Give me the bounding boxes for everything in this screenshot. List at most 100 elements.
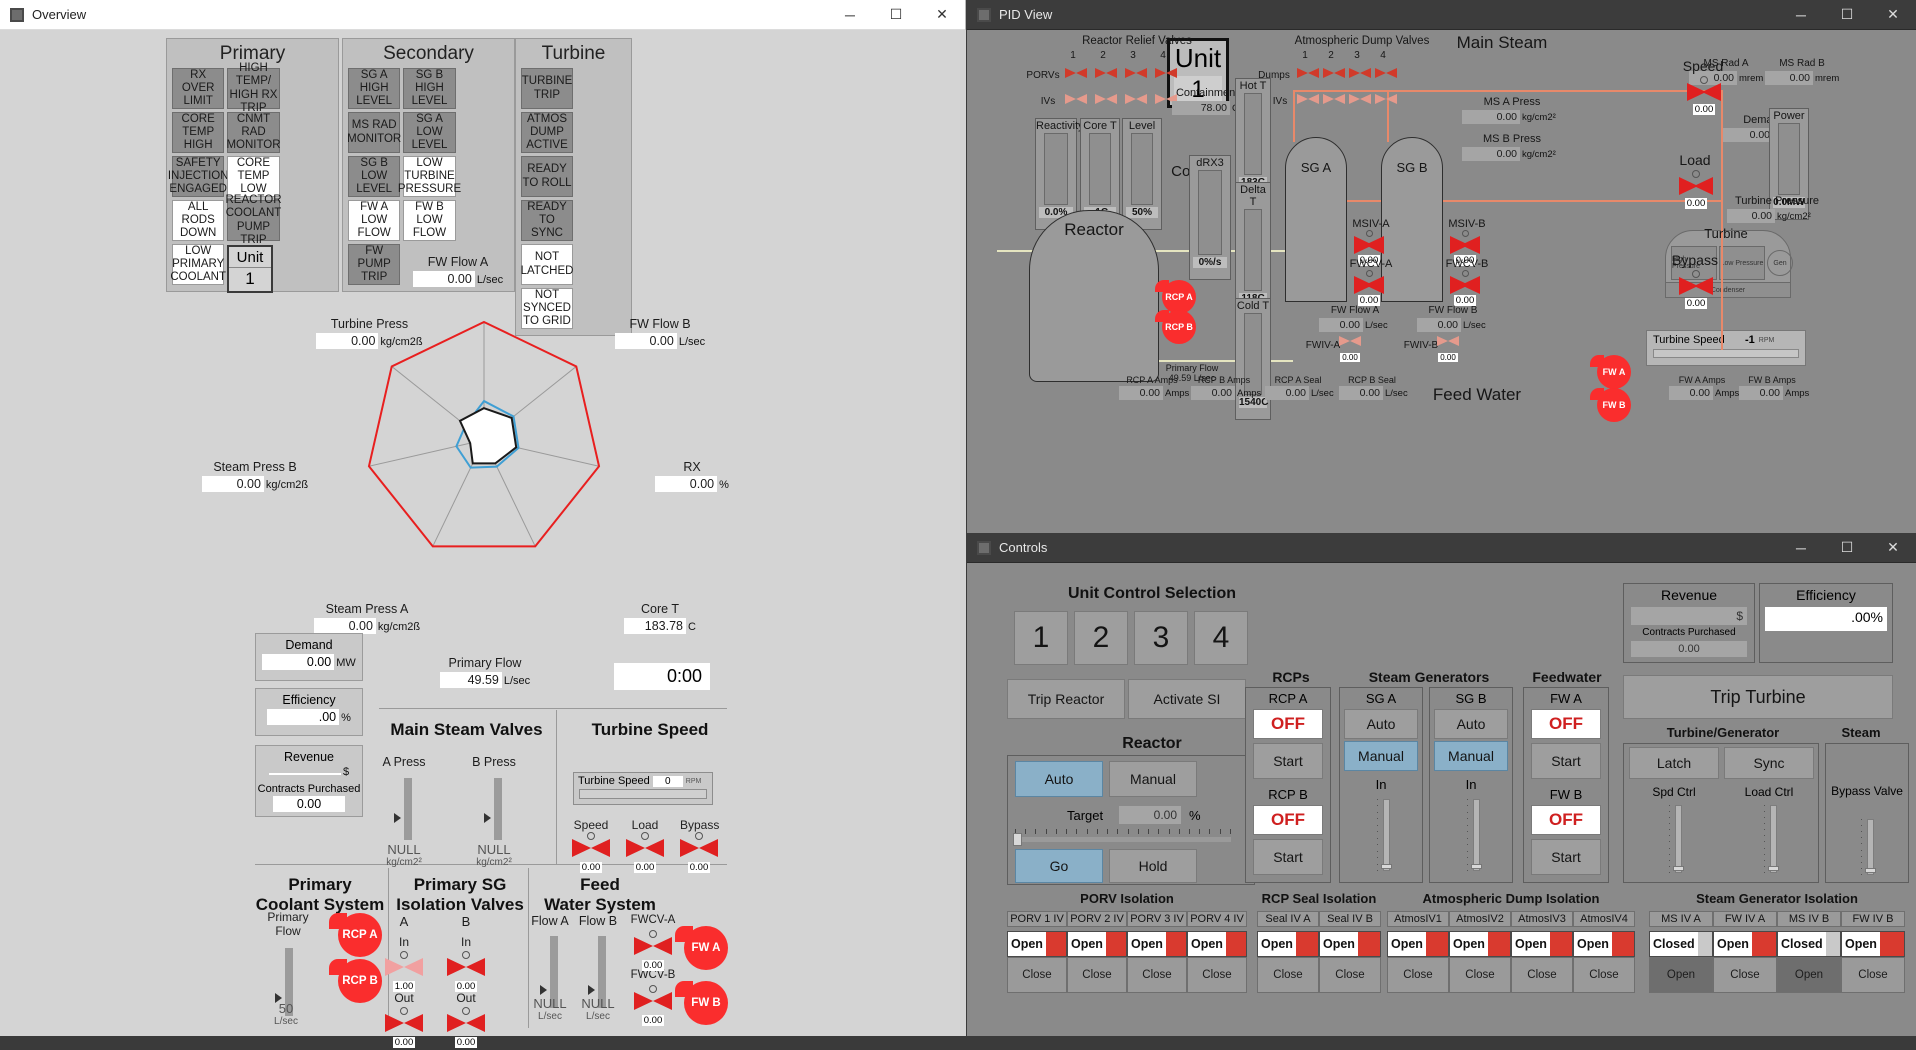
pump-rcp-b[interactable]: RCP B	[329, 959, 382, 1003]
minimize-button[interactable]: ─	[827, 0, 873, 30]
isolation-state-1-1[interactable]: Open	[1319, 931, 1381, 957]
close-button[interactable]: ✕	[1870, 533, 1916, 563]
porv-3[interactable]	[1125, 68, 1147, 79]
msv-slider-handle-1[interactable]	[484, 813, 491, 823]
porv-iv-1[interactable]	[1065, 94, 1087, 105]
porv-iv-2[interactable]	[1095, 94, 1117, 105]
isolation-state-0-1[interactable]: Open	[1067, 931, 1127, 957]
maximize-button[interactable]: ☐	[873, 0, 919, 30]
unit-indicator[interactable]: Unit 1	[227, 245, 273, 293]
msv-slider-track-1[interactable]	[494, 778, 502, 840]
alarm-sg-a-high-level[interactable]: SG A HIGH LEVEL	[348, 68, 401, 109]
reactor-manual-button[interactable]: Manual	[1109, 761, 1197, 797]
isolation-state-0-0[interactable]: Open	[1007, 931, 1067, 957]
fw-state-1[interactable]: OFF	[1531, 805, 1601, 835]
sg-manual-0[interactable]: Manual	[1344, 741, 1418, 771]
tg-slider-knob-1[interactable]	[1768, 866, 1779, 871]
maximize-button[interactable]: ☐	[1824, 533, 1870, 563]
pid-turbine-valve-load[interactable]: 0.00	[1679, 170, 1713, 211]
alarm-fw-a-low-flow[interactable]: FW A LOW FLOW	[348, 200, 401, 241]
atmos-dump-iv-2[interactable]	[1323, 94, 1345, 105]
bypass-slider-knob[interactable]	[1865, 868, 1876, 873]
fwcv-valve-0[interactable]: 0.00	[634, 930, 672, 973]
bypass-slider[interactable]	[1865, 819, 1876, 875]
porv-1[interactable]	[1065, 68, 1087, 79]
pump-rcp-a[interactable]: RCP A	[329, 913, 382, 957]
alarm-turbine-trip[interactable]: TURBINE TRIP	[521, 68, 573, 109]
alarm-ready-to-roll[interactable]: READY TO ROLL	[521, 156, 573, 197]
alarm-reactor-coolant-pump-trip[interactable]: REACTOR COOLANT PUMP TRIP	[225, 194, 281, 246]
sg-slider-knob-1[interactable]	[1471, 864, 1482, 869]
turbine-valve-bypass[interactable]: Bypass 0.00	[680, 818, 719, 875]
rcp-state-0[interactable]: OFF	[1253, 709, 1323, 739]
tg-slider-1[interactable]	[1768, 805, 1779, 873]
alarm-ms-rad-monitor[interactable]: MS RAD MONITOR	[347, 112, 401, 153]
isolation-action-3-1[interactable]: Close	[1713, 957, 1777, 993]
sgi-valve-A-in[interactable]: 1.00	[385, 951, 423, 994]
tg-slider-0[interactable]	[1673, 805, 1684, 873]
fw-pump-1[interactable]: FW B	[675, 981, 728, 1025]
atmos-dump-3[interactable]	[1349, 68, 1371, 79]
msv-slider-handle-0[interactable]	[394, 813, 401, 823]
demand-box-value[interactable]: 0.00	[262, 654, 335, 670]
rcp-action-0[interactable]: Start	[1253, 743, 1323, 779]
reactor-hold-button[interactable]: Hold	[1109, 849, 1197, 883]
alarm-fw-pump-trip[interactable]: FW PUMP TRIP	[348, 244, 401, 285]
pid-fw-pump-1[interactable]: FW B	[1590, 388, 1631, 422]
alarm-all-rods-down[interactable]: ALL RODS DOWN	[172, 200, 225, 241]
sg-slider-0[interactable]	[1381, 799, 1392, 871]
isolation-state-3-2[interactable]: Closed	[1777, 931, 1841, 957]
isolation-state-3-0[interactable]: Closed	[1649, 931, 1713, 957]
atmos-dump-1[interactable]	[1297, 68, 1319, 79]
fwiv-valve-0[interactable]: 0.00	[1339, 336, 1361, 365]
reactor-target-field[interactable]: 0.00	[1119, 806, 1181, 824]
pid-turbine-valve-bypass[interactable]: 0.00	[1679, 270, 1713, 311]
close-button[interactable]: ✕	[919, 0, 965, 30]
alarm-core-temp-high[interactable]: CORE TEMP HIGH	[172, 112, 225, 153]
isolation-state-3-3[interactable]: Open	[1841, 931, 1905, 957]
isolation-action-2-3[interactable]: Close	[1573, 957, 1635, 993]
isolation-state-1-0[interactable]: Open	[1257, 931, 1319, 957]
pid-pump-rcp-a[interactable]: RCP A	[1155, 280, 1196, 314]
minimize-button[interactable]: ─	[1778, 533, 1824, 563]
atmos-dump-4[interactable]	[1375, 68, 1397, 79]
alarm-sg-a-low-level[interactable]: SG A LOW LEVEL	[403, 112, 456, 153]
porv-4[interactable]	[1155, 68, 1177, 79]
sgi-valve-A-out[interactable]: 0.00	[385, 1007, 423, 1050]
sg-auto-1[interactable]: Auto	[1434, 709, 1508, 739]
isolation-action-1-1[interactable]: Close	[1319, 957, 1381, 993]
rcp-action-1[interactable]: Start	[1253, 839, 1323, 875]
reactor-auto-button[interactable]: Auto	[1015, 761, 1103, 797]
sg-manual-1[interactable]: Manual	[1434, 741, 1508, 771]
maximize-button[interactable]: ☐	[1824, 0, 1870, 30]
reactor-target-slider-knob[interactable]	[1013, 833, 1022, 846]
fw-slider-handle-0[interactable]	[540, 985, 547, 995]
isolation-state-3-1[interactable]: Open	[1713, 931, 1777, 957]
latch-button[interactable]: Latch	[1629, 747, 1719, 779]
pid-turbine-valve-speed[interactable]: 0.00	[1687, 76, 1721, 117]
pid-fwcv-valve-1[interactable]: 0.00	[1450, 270, 1480, 308]
alarm-low-primary-coolant[interactable]: LOW PRIMARY COOLANT	[170, 244, 226, 285]
isolation-action-1-0[interactable]: Close	[1257, 957, 1319, 993]
reactor-target-slider-track[interactable]	[1015, 837, 1231, 842]
isolation-action-3-0[interactable]: Open	[1649, 957, 1713, 993]
atmos-dump-iv-4[interactable]	[1375, 94, 1397, 105]
porv-iv-3[interactable]	[1125, 94, 1147, 105]
fw-action-1[interactable]: Start	[1531, 839, 1601, 875]
isolation-action-3-2[interactable]: Open	[1777, 957, 1841, 993]
turbine-valve-speed[interactable]: Speed 0.00	[572, 818, 610, 875]
activate-si-button[interactable]: Activate SI	[1128, 679, 1246, 719]
sgi-valve-B-out[interactable]: 0.00	[447, 1007, 485, 1050]
alarm-rx-over-limit[interactable]: RX OVER LIMIT	[172, 68, 225, 109]
alarm-sg-b-low-level[interactable]: SG B LOW LEVEL	[348, 156, 401, 197]
revenue-box[interactable]: Revenue $ Contracts Purchased 0.00	[255, 745, 363, 817]
sync-button[interactable]: Sync	[1724, 747, 1814, 779]
atmos-dump-2[interactable]	[1323, 68, 1345, 79]
alarm-atmos-dump-active[interactable]: ATMOS DUMP ACTIVE	[521, 112, 573, 153]
alarm-fw-b-low-flow[interactable]: FW B LOW FLOW	[403, 200, 456, 241]
pid-pump-rcp-b[interactable]: RCP B	[1155, 310, 1196, 344]
alarm-sg-b-high-level[interactable]: SG B HIGH LEVEL	[403, 68, 456, 109]
revenue-box-sub-value[interactable]: 0.00	[273, 796, 345, 812]
isolation-action-2-0[interactable]: Close	[1387, 957, 1449, 993]
demand-box[interactable]: Demand 0.00 MW	[255, 633, 363, 681]
